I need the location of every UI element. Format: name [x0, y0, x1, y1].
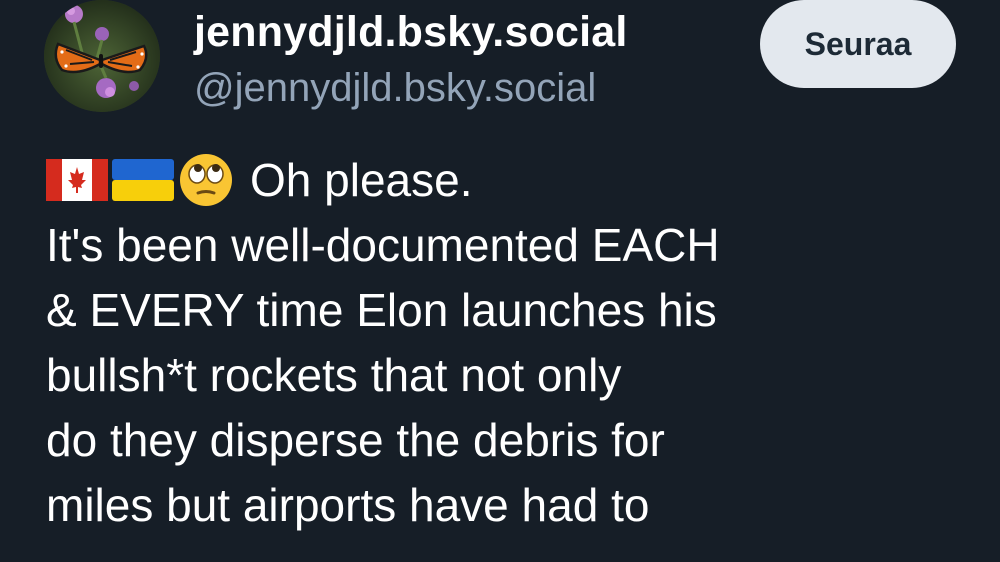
avatar[interactable] — [44, 0, 160, 112]
post-line: miles but airports have had to — [46, 479, 650, 531]
post-line: & EVERY time Elon launches his — [46, 284, 717, 336]
post-line: bullsh*t rockets that not only — [46, 349, 622, 401]
author-names: jennydjld.bsky.social @jennydjld.bsky.so… — [194, 4, 734, 116]
emoji-group — [46, 152, 234, 208]
handle[interactable]: @jennydjld.bsky.social — [194, 60, 734, 116]
post-line: do they disperse the debris for — [46, 414, 665, 466]
monarch-butterfly-avatar — [44, 0, 160, 112]
follow-button[interactable]: Seuraa — [760, 0, 956, 88]
post-line: It's been well-documented EACH — [46, 219, 720, 271]
post-line-text: Oh please. — [250, 154, 473, 206]
post-text: Oh please. It's been well-documented EAC… — [46, 148, 976, 538]
canada-flag-icon — [46, 158, 108, 201]
post-line: Oh please. — [46, 148, 976, 213]
display-name[interactable]: jennydjld.bsky.social — [194, 4, 734, 60]
face-with-rolling-eyes-icon — [178, 152, 234, 208]
ukraine-flag-icon — [112, 158, 174, 201]
